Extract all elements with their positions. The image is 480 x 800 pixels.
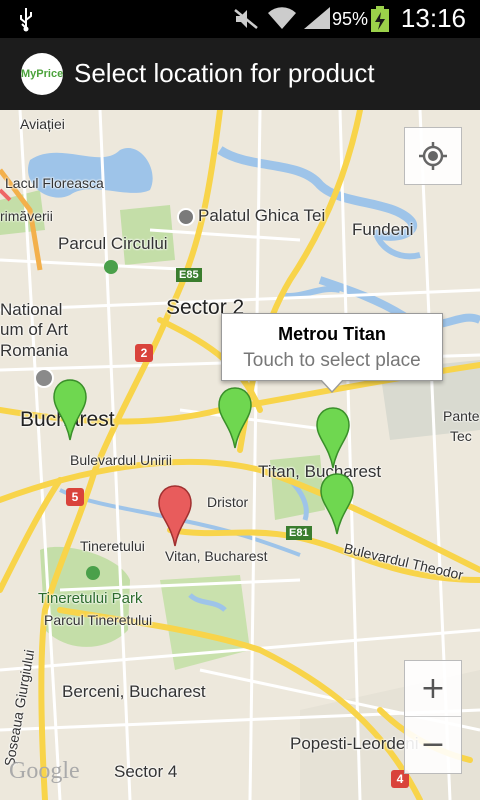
map-label-popesti: Popesti-Leordeni — [290, 734, 419, 753]
page-title: Select location for product — [74, 58, 375, 88]
my-location-icon — [419, 142, 447, 170]
map-marker-red[interactable] — [157, 484, 193, 548]
battery-percent: 95% — [331, 9, 368, 29]
landmark-icon — [177, 208, 195, 226]
map-label-tineretului-park: Tineretului Park — [38, 590, 143, 607]
my-location-button[interactable] — [404, 127, 462, 185]
route-e85: E85 — [176, 268, 202, 282]
mute-icon — [234, 9, 258, 29]
app-logo[interactable]: MyPrice — [21, 53, 63, 95]
map-label-pante: Pante — [443, 408, 480, 424]
museum-icon — [34, 368, 54, 388]
route-shield-5: 5 — [66, 488, 84, 506]
park-icon — [86, 566, 100, 580]
map-view[interactable]: Aviației Lacul Floreasca rimăverii Palat… — [0, 110, 480, 800]
marker-info-window[interactable]: Metrou Titan Touch to select place — [221, 313, 443, 393]
map-marker-green[interactable] — [217, 386, 253, 450]
map-label-primaverii: rimăverii — [0, 208, 53, 224]
map-label-um-of-art: um of Art — [0, 320, 69, 339]
zoom-in-button[interactable]: + — [405, 661, 461, 717]
map-label-national: National — [0, 300, 63, 319]
wifi-icon — [268, 7, 296, 30]
battery-charging-icon — [371, 6, 389, 32]
google-watermark: Google — [9, 758, 80, 784]
zoom-out-button[interactable]: − — [405, 717, 461, 773]
status-bar: 95% 13:16 — [0, 0, 480, 38]
zoom-controls: + − — [404, 660, 462, 774]
map-label-bulevardul-unirii: Bulevardul Unirii — [70, 452, 172, 468]
map-label-parcul-tineretului: Parcul Tineretului — [44, 612, 153, 628]
map-label-aviatiei: Aviației — [20, 116, 65, 132]
map-label-dristor: Dristor — [207, 494, 249, 510]
map-label-romania: Romania — [0, 341, 69, 360]
usb-icon — [20, 8, 32, 32]
signal-icon — [304, 7, 330, 29]
route-e81: E81 — [286, 526, 312, 540]
map-marker-green[interactable] — [52, 378, 88, 442]
map-label-vitan: Vitan, Bucharest — [165, 548, 268, 564]
info-window-subtitle: Touch to select place — [243, 350, 421, 371]
route-shield-2: 2 — [135, 344, 153, 362]
info-window-title: Metrou Titan — [278, 324, 386, 344]
map-marker-green[interactable] — [319, 472, 355, 536]
map-label-sector4: Sector 4 — [114, 762, 178, 781]
map-label-tineretului: Tineretului — [80, 538, 145, 554]
map-label-lacul-floreasca: Lacul Floreasca — [5, 175, 104, 191]
map-label-fundeni: Fundeni — [352, 220, 414, 239]
action-bar: MyPrice Select location for product — [0, 38, 480, 110]
map-label-palatul: Palatul Ghica Tei — [198, 206, 326, 225]
map-marker-green[interactable] — [315, 406, 351, 470]
map-label-berceni: Berceni, Bucharest — [62, 682, 206, 701]
map-label-tec: Tec — [450, 428, 472, 444]
park-icon — [104, 260, 118, 274]
clock: 13:16 — [400, 3, 466, 33]
map-label-parcul-circului: Parcul Circului — [58, 234, 168, 253]
